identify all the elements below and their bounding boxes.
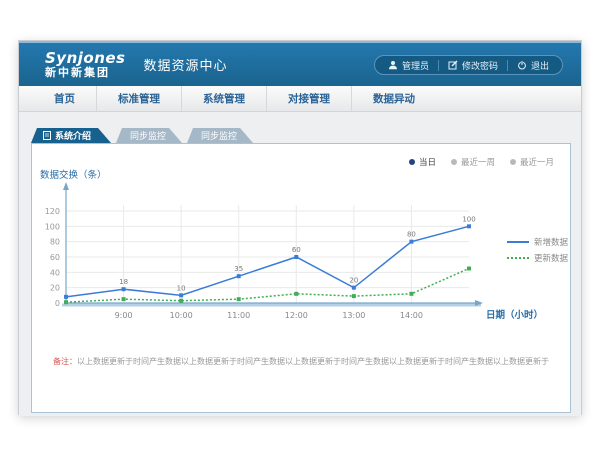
data-point-label: 18 — [119, 278, 128, 286]
data-point — [294, 292, 298, 296]
x-tick-label: 11:00 — [227, 311, 250, 320]
data-point — [179, 293, 183, 297]
data-point-label: 100 — [462, 215, 475, 223]
legend-label: 更新数据 — [534, 253, 569, 264]
line-chart: 0 20 40 60 80 100 120 9:00 10:00 11:00 12:00 13:00 1… — [32, 144, 572, 344]
y-tick-label: 120 — [45, 207, 60, 216]
data-point — [179, 299, 183, 303]
content-area: 系统介绍 同步监控 同步监控 当日 最近一周 — [19, 112, 581, 416]
main-nav: 首页 标准管理 系统管理 对接管理 数据异动 — [19, 86, 581, 112]
chart-legend-item[interactable]: 更新数据 — [507, 253, 569, 264]
y-axis-title: 数据交换（条） — [40, 169, 107, 181]
page-title: 数据资源中心 — [144, 55, 228, 74]
data-point — [237, 297, 241, 301]
time-range-filters: 当日 最近一周 最近一月 — [409, 156, 554, 168]
footnote-text: 以上数据更新于时间产生数据以上数据更新于时间产生数据以上数据更新于时间产生数据以… — [77, 357, 549, 366]
app-header: Synjones 新中新集团 数据资源中心 管理员 — [19, 41, 581, 86]
logo-text-cn: 新中新集团 — [45, 67, 126, 79]
y-tick-label: 60 — [50, 253, 60, 262]
data-point — [294, 255, 298, 259]
footnote: 备注：以上数据更新于时间产生数据以上数据更新于时间产生数据以上数据更新于时间产生… — [32, 356, 570, 367]
data-point-label: 60 — [292, 246, 301, 254]
tab-label: 系统介绍 — [55, 129, 91, 142]
data-point — [64, 300, 68, 304]
tab-system-intro[interactable]: 系统介绍 — [31, 128, 111, 143]
data-point — [467, 224, 471, 228]
filter-today[interactable]: 当日 — [409, 156, 436, 168]
data-point — [409, 240, 413, 244]
data-point-label: 20 — [349, 277, 358, 285]
chart-legend-item[interactable]: 新增数据 — [507, 237, 569, 248]
data-point — [122, 297, 126, 301]
tab-sync-monitor-2[interactable]: 同步监控 — [187, 128, 253, 143]
y-tick-label: 40 — [50, 268, 60, 277]
data-point — [237, 274, 241, 278]
app-window: Synjones 新中新集团 数据资源中心 管理员 — [18, 40, 582, 415]
logout-button[interactable]: 退出 — [508, 59, 558, 72]
x-axis-title: 日期（小时） — [486, 309, 543, 321]
user-name-label: 管理员 — [402, 59, 429, 72]
x-tick-label: 13:00 — [342, 311, 365, 320]
filter-last-week[interactable]: 最近一周 — [451, 156, 495, 168]
data-point — [467, 267, 471, 271]
screenshot-canvas: Synjones 新中新集团 数据资源中心 管理员 — [0, 0, 600, 450]
data-point-label: 80 — [407, 231, 416, 239]
data-point — [122, 287, 126, 291]
filter-label: 当日 — [419, 156, 436, 168]
nav-item-integration-mgmt[interactable]: 对接管理 — [267, 86, 352, 111]
tab-sync-monitor-1[interactable]: 同步监控 — [116, 128, 182, 143]
nav-item-system-mgmt[interactable]: 系统管理 — [182, 86, 267, 111]
footnote-label: 备注： — [53, 357, 77, 366]
nav-item-data-change[interactable]: 数据异动 — [352, 86, 436, 111]
radio-dot-icon — [409, 159, 415, 165]
user-icon — [388, 60, 398, 70]
y-tick-label: 20 — [50, 284, 60, 293]
document-icon — [43, 131, 51, 140]
data-point — [352, 286, 356, 290]
x-tick-label: 12:00 — [285, 311, 308, 320]
data-point — [64, 295, 68, 299]
nav-item-standard-mgmt[interactable]: 标准管理 — [97, 86, 182, 111]
chart-panel: 当日 最近一周 最近一月 0 20 40 60 80 100 120 9:00 10:00 11:… — [31, 143, 571, 413]
filter-last-month[interactable]: 最近一月 — [510, 156, 554, 168]
logo: Synjones 新中新集团 — [45, 51, 126, 78]
y-axis-arrow-icon — [63, 182, 69, 190]
radio-dot-icon — [451, 159, 457, 165]
edit-icon — [448, 60, 458, 70]
x-tick-label: 14:00 — [400, 311, 423, 320]
change-password-button[interactable]: 修改密码 — [439, 59, 507, 72]
logo-text-en: Synjones — [45, 51, 126, 67]
filter-label: 最近一月 — [520, 156, 554, 168]
nav-item-home[interactable]: 首页 — [33, 86, 97, 111]
data-point-label: 35 — [234, 265, 243, 273]
filter-label: 最近一周 — [461, 156, 495, 168]
y-tick-label: 0 — [55, 299, 60, 308]
y-tick-label: 80 — [50, 238, 60, 247]
tab-label: 同步监控 — [130, 129, 166, 142]
data-point-label: 10 — [177, 284, 186, 292]
y-tick-label: 100 — [45, 222, 60, 231]
legend-label: 新增数据 — [534, 237, 569, 248]
power-icon — [517, 60, 527, 70]
x-tick-label: 10:00 — [170, 311, 193, 320]
tab-label: 同步监控 — [201, 129, 237, 142]
data-point — [409, 292, 413, 296]
user-menu-button[interactable]: 管理员 — [379, 59, 438, 72]
logout-label: 退出 — [531, 59, 549, 72]
x-tick-label: 9:00 — [115, 311, 133, 320]
user-toolbar: 管理员 修改密码 退出 — [374, 55, 563, 75]
change-password-label: 修改密码 — [462, 59, 498, 72]
data-point — [352, 294, 356, 298]
tab-bar: 系统介绍 同步监控 同步监控 — [31, 128, 253, 143]
radio-dot-icon — [510, 159, 516, 165]
